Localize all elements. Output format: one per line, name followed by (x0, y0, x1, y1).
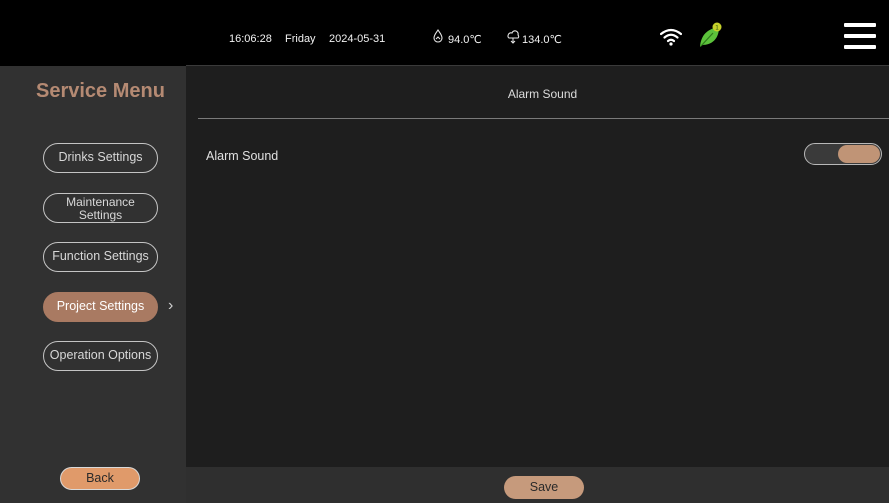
steam-icon (507, 30, 520, 44)
sidebar: Service Menu Drinks Settings Maintenance… (0, 66, 186, 503)
sidebar-item-function-settings[interactable]: Function Settings (43, 242, 158, 272)
status-bar: 16:06:28 Friday 2024-05-31 94.0℃ 134.0℃ … (0, 0, 889, 66)
save-button[interactable]: Save (504, 476, 584, 499)
sidebar-item-project-settings[interactable]: Project Settings (43, 292, 158, 322)
sidebar-item-operation-options[interactable]: Operation Options (43, 341, 158, 371)
back-button[interactable]: Back (60, 467, 140, 490)
content-divider (198, 118, 889, 119)
footer-bar: Save (186, 467, 889, 503)
hamburger-menu-icon[interactable] (844, 23, 876, 53)
steam-temperature: 134.0℃ (522, 34, 562, 46)
sidebar-item-drinks-settings[interactable]: Drinks Settings (43, 143, 158, 173)
alarm-sound-label: Alarm Sound (206, 149, 279, 163)
chevron-right-icon: › (168, 297, 174, 314)
water-temperature: 94.0℃ (448, 34, 482, 46)
toggle-knob (838, 145, 880, 163)
day-display: Friday (285, 33, 316, 45)
alarm-sound-toggle[interactable] (804, 143, 882, 165)
sidebar-title: Service Menu (36, 80, 165, 102)
temperature-drop-icon (433, 29, 443, 43)
svg-text:1: 1 (715, 25, 719, 32)
content-panel: Alarm Sound Alarm Sound (186, 66, 889, 467)
sidebar-item-maintenance-settings[interactable]: Maintenance Settings (43, 193, 158, 223)
date-display: 2024-05-31 (329, 33, 386, 45)
page-title: Alarm Sound (507, 87, 578, 101)
time-display: 16:06:28 (229, 33, 272, 45)
leaf-icon[interactable]: 1 (697, 21, 723, 49)
wifi-icon (660, 28, 682, 46)
